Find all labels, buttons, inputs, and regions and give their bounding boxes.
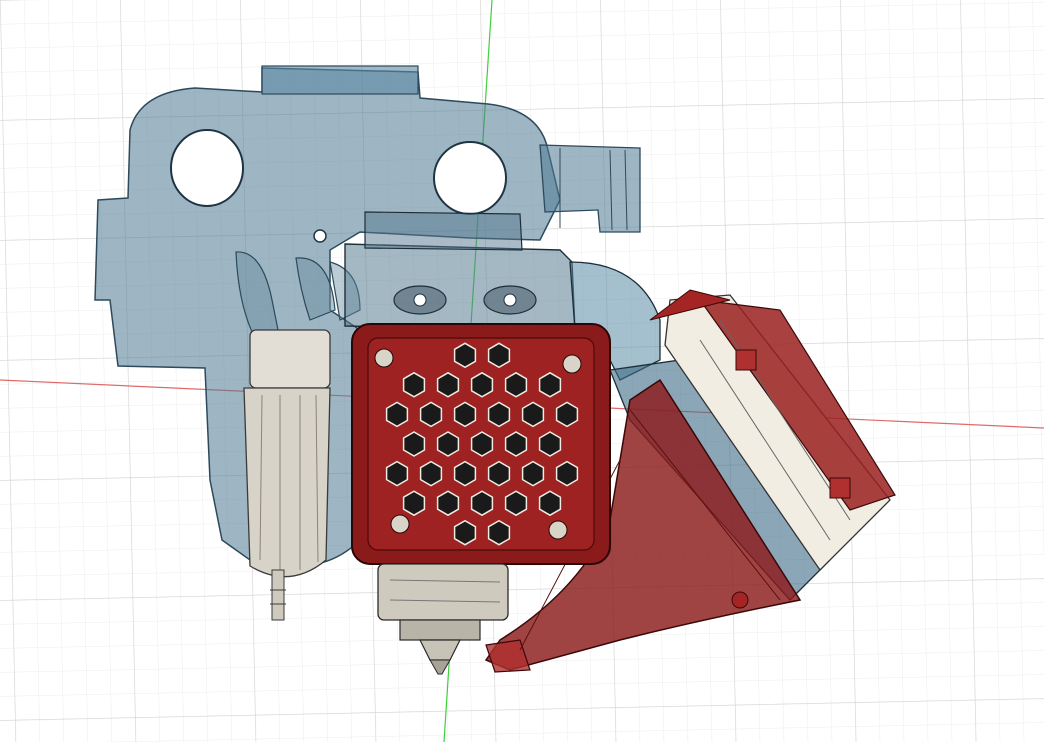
hex-vent bbox=[504, 431, 528, 457]
hex-vent bbox=[487, 342, 511, 369]
hex-vent bbox=[402, 371, 426, 398]
hex-vent bbox=[453, 460, 477, 487]
mount-hole-left bbox=[170, 129, 244, 207]
hex-vent bbox=[555, 401, 579, 428]
hex-vent bbox=[487, 460, 511, 487]
hex-vent bbox=[436, 371, 460, 398]
hex-vent bbox=[436, 431, 460, 457]
hex-vent bbox=[453, 342, 477, 369]
hex-vent bbox=[402, 490, 426, 517]
hex-vent bbox=[436, 490, 460, 517]
shroud-screw-top-left bbox=[374, 348, 394, 368]
hex-vent bbox=[385, 401, 409, 428]
hex-vent bbox=[402, 431, 426, 457]
hex-vent bbox=[385, 460, 409, 487]
hex-vent bbox=[538, 431, 562, 457]
hex-vent bbox=[487, 401, 511, 428]
hex-vent bbox=[504, 490, 528, 517]
hex-vent-grid bbox=[385, 342, 579, 546]
shroud-screw-bottom-right bbox=[548, 520, 568, 540]
hex-vent bbox=[521, 401, 545, 428]
fan-shroud-front[interactable] bbox=[351, 323, 611, 565]
hex-vent bbox=[470, 431, 494, 457]
shroud-screw-bottom-left bbox=[390, 514, 410, 534]
hex-vent bbox=[487, 519, 511, 546]
hex-vent bbox=[453, 401, 477, 428]
scene-canvas[interactable] bbox=[0, 0, 1044, 742]
hex-vent bbox=[470, 371, 494, 398]
hex-vent bbox=[521, 460, 545, 487]
hex-vent bbox=[538, 490, 562, 517]
hex-vent bbox=[470, 490, 494, 517]
3d-viewport[interactable] bbox=[0, 0, 1044, 742]
hex-vent bbox=[555, 460, 579, 487]
shroud-screw-top-right bbox=[562, 354, 582, 374]
mount-pin-hole bbox=[313, 229, 327, 243]
hex-vent bbox=[538, 371, 562, 398]
hex-vent bbox=[504, 371, 528, 398]
hex-vent bbox=[419, 460, 443, 487]
hex-vent bbox=[419, 401, 443, 428]
mount-hole-right bbox=[433, 141, 507, 215]
hex-vent bbox=[453, 519, 477, 546]
